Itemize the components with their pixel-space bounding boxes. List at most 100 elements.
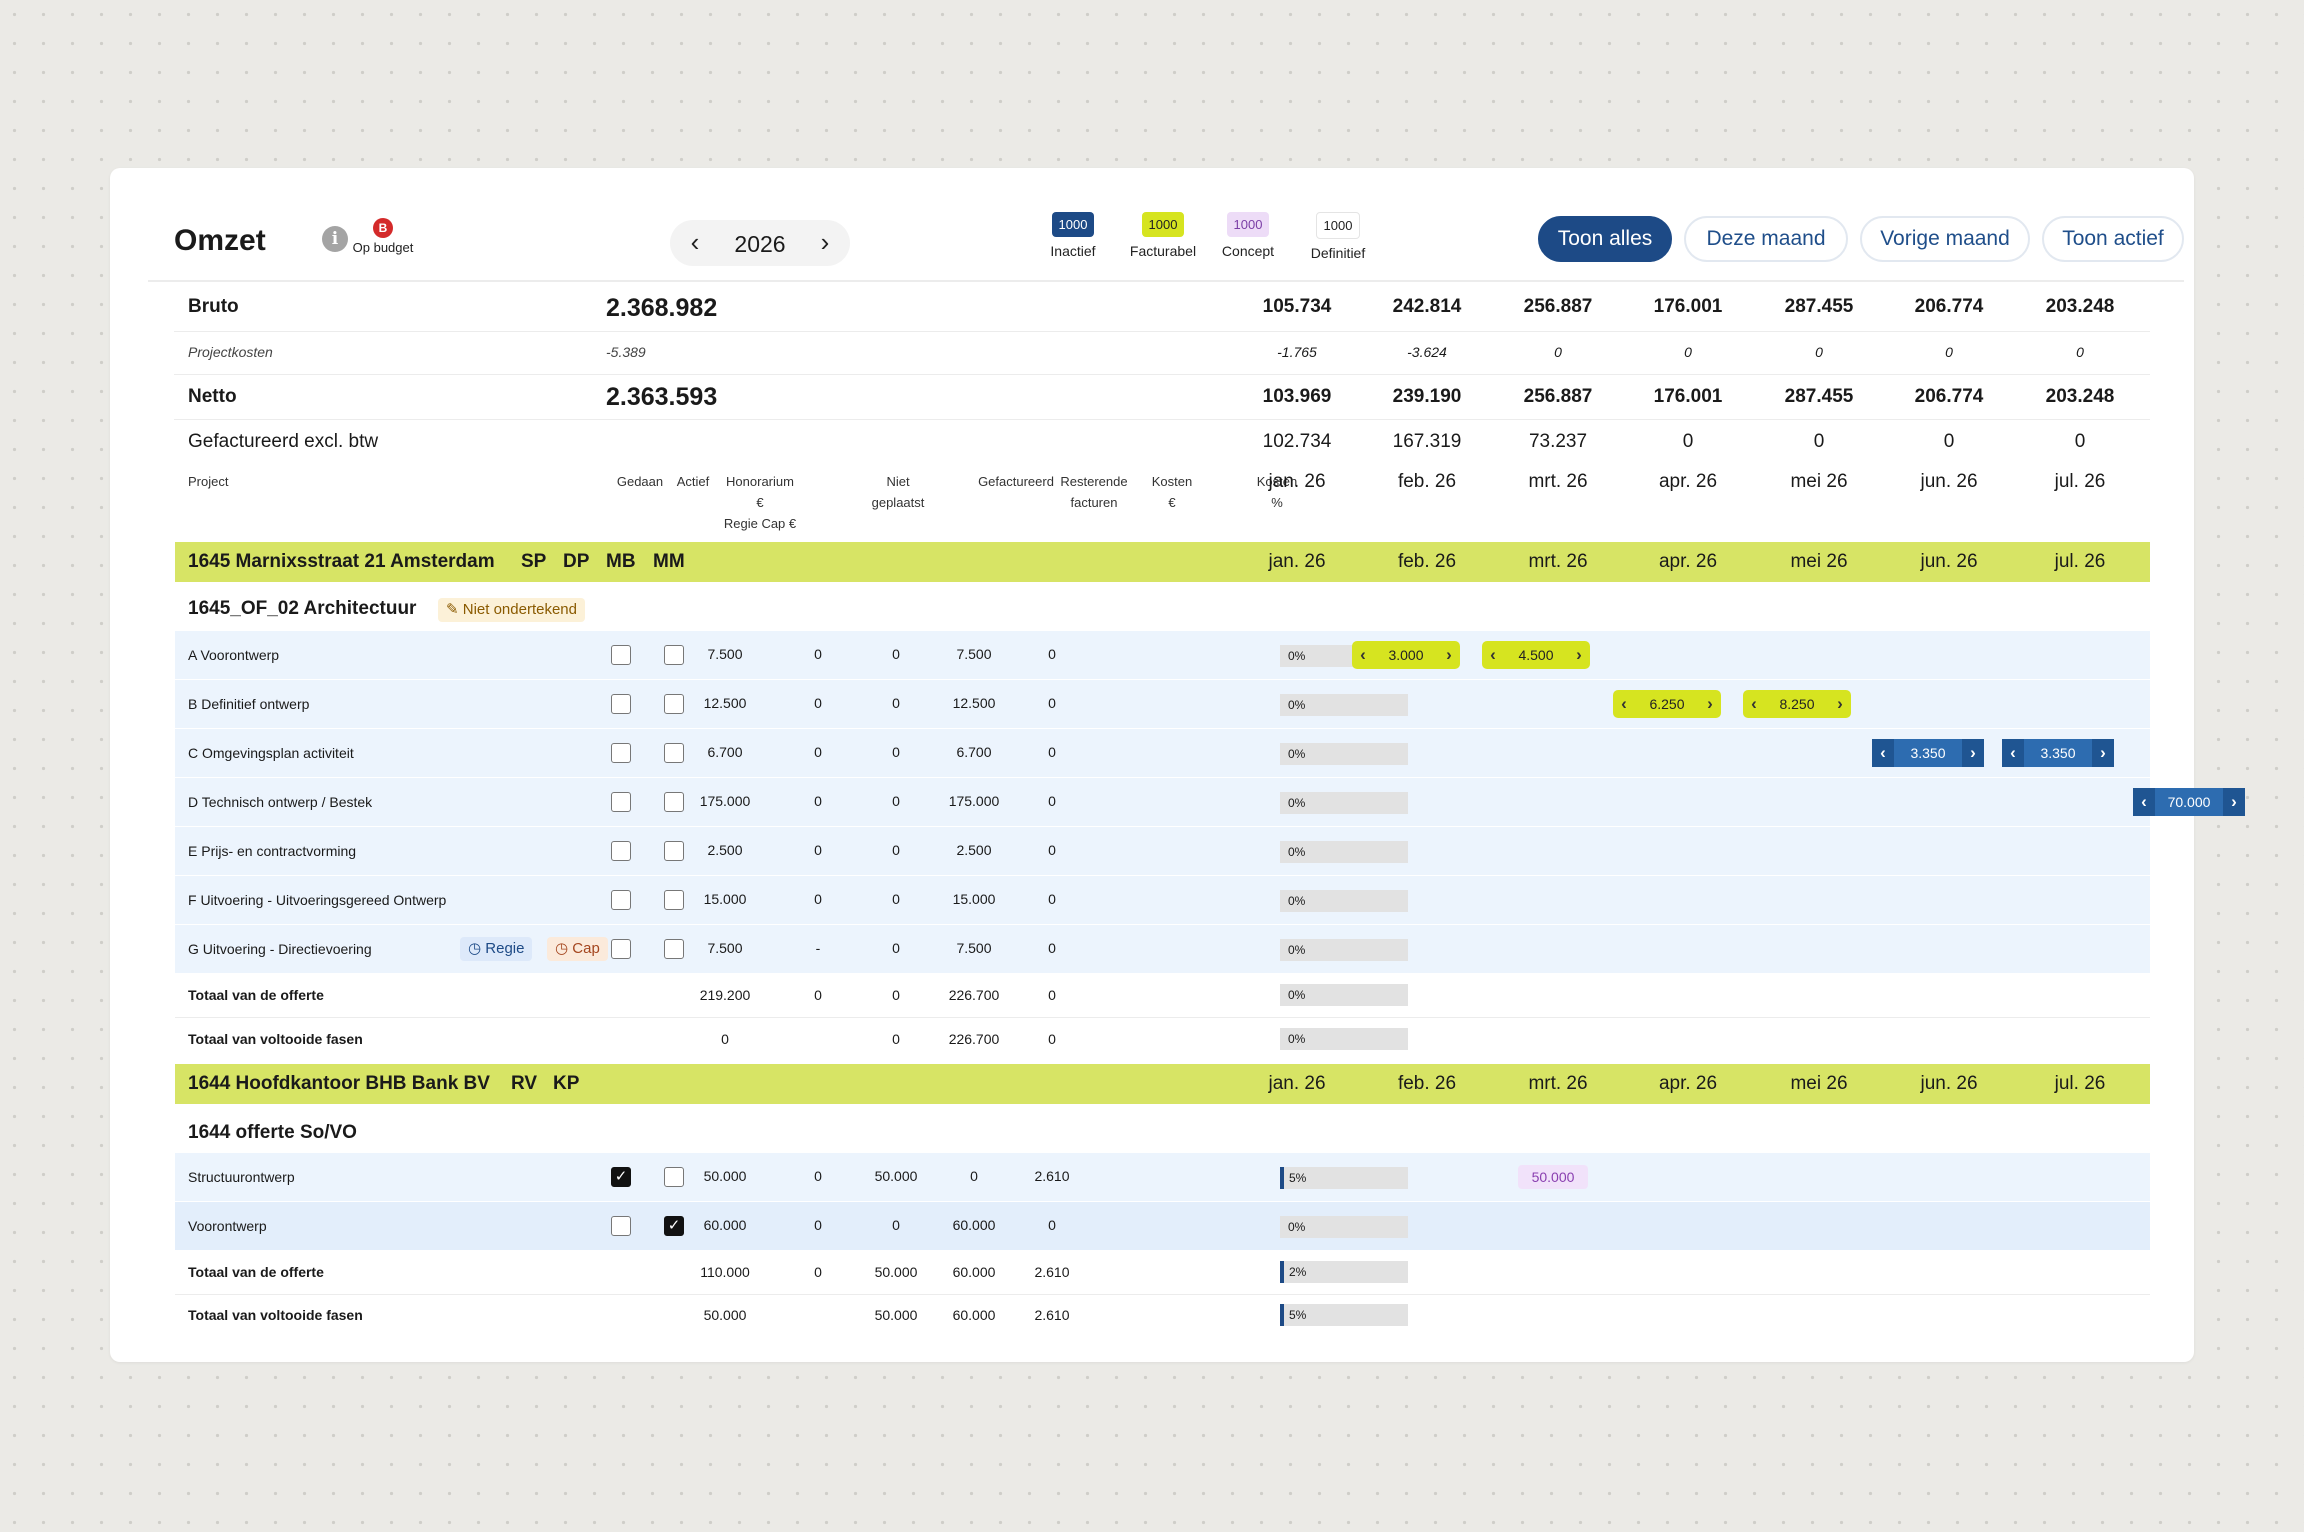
concept-amount[interactable]: 50.000: [1518, 1165, 1588, 1189]
resterend-total: 226.700: [948, 987, 1000, 1003]
gedaan-checkbox[interactable]: [611, 743, 631, 763]
project-initials: MB: [606, 551, 636, 572]
unsigned-document-icon: ✎: [446, 601, 459, 618]
col-kosten-line: €: [1168, 495, 1176, 510]
planned-amount[interactable]: 3.000: [1374, 647, 1438, 663]
gefactureerd-value: 0: [892, 940, 900, 956]
planned-amount-control: ‹ 6.250 ›: [1613, 690, 1721, 718]
year-navigator: ‹ 2026 ›: [670, 220, 850, 266]
gefactureerd-label: Gefactureerd excl. btw: [188, 431, 379, 452]
legend-chip: 1000: [1226, 212, 1270, 237]
kosten-value: 0: [1048, 891, 1056, 907]
actief-checkbox[interactable]: [664, 645, 684, 665]
phase-row: A Voorontwerp 7.500 0 0 7.500 0 0% ‹ 3.0…: [175, 631, 2150, 680]
budget-label: Op budget: [352, 240, 414, 255]
bruto-month-value: 176.001: [1653, 296, 1723, 317]
planned-amount-control: ‹ 70.000 ›: [2133, 788, 2245, 816]
gedaan-checkbox[interactable]: [611, 645, 631, 665]
resterend-total: 226.700: [948, 1031, 1000, 1047]
shift-right-button[interactable]: ›: [2092, 739, 2114, 767]
bruto-month-value: 206.774: [1914, 296, 1984, 317]
legend-inactief: 1000 Inactief: [1033, 212, 1113, 259]
next-year-button[interactable]: ›: [810, 228, 840, 258]
gedaan-checkbox[interactable]: ✓: [611, 1167, 631, 1187]
shift-left-button[interactable]: ‹: [1872, 739, 1894, 767]
honorarium-value: 7.500: [707, 646, 743, 662]
resterend-total: 60.000: [952, 1307, 996, 1323]
actief-checkbox[interactable]: [664, 743, 684, 763]
shift-right-button[interactable]: ›: [1438, 641, 1460, 669]
shift-left-button[interactable]: ‹: [2133, 788, 2155, 816]
planned-amount[interactable]: 6.250: [1635, 696, 1699, 712]
phase-row: D Technisch ontwerp / Bestek 175.000 0 0…: [175, 778, 2245, 827]
band-month: mrt. 26: [1528, 1073, 1588, 1094]
shift-left-button[interactable]: ‹: [1743, 690, 1765, 718]
shift-left-button[interactable]: ‹: [1613, 690, 1635, 718]
actief-checkbox[interactable]: [664, 939, 684, 959]
resterend-value: 0: [970, 1168, 978, 1184]
netto-label: Netto: [188, 386, 237, 407]
projectkosten-month-value: 0: [1554, 344, 1562, 360]
gedaan-checkbox[interactable]: [611, 939, 631, 959]
resterend-value: 15.000: [952, 891, 996, 907]
legend-concept: 1000 Concept: [1208, 212, 1288, 259]
shift-left-button[interactable]: ‹: [2002, 739, 2024, 767]
band-month: apr. 26: [1658, 1073, 1718, 1094]
niet-geplaatst-value: -: [815, 940, 821, 956]
total-label: Totaal van voltooide fasen: [188, 1031, 363, 1047]
filter-show-active-button[interactable]: Toon actief: [2042, 216, 2184, 262]
planned-amount[interactable]: 70.000: [2155, 794, 2223, 810]
band-month: jul. 26: [2054, 551, 2106, 572]
kosten-percentage-bar: 0%: [1280, 841, 1408, 863]
offer-name: 1645_OF_02 Architectuur: [188, 598, 417, 619]
niet-geplaatst-value: 0: [814, 695, 822, 711]
actief-checkbox[interactable]: [664, 841, 684, 861]
budget-status[interactable]: B Op budget: [338, 218, 428, 255]
toolbar: Omzet i B Op budget ‹ 2026 › 1000 Inacti…: [148, 168, 2184, 282]
actief-checkbox[interactable]: ✓: [664, 1216, 684, 1236]
gedaan-checkbox[interactable]: [611, 841, 631, 861]
shift-left-button[interactable]: ‹: [1352, 641, 1374, 669]
bruto-month-value: 242.814: [1392, 296, 1462, 317]
shift-right-button[interactable]: ›: [2223, 788, 2245, 816]
planned-amount[interactable]: 3.350: [2024, 745, 2092, 761]
planned-amount[interactable]: 8.250: [1765, 696, 1829, 712]
shift-left-button[interactable]: ‹: [1482, 641, 1504, 669]
prev-year-button[interactable]: ‹: [680, 228, 710, 258]
gedaan-checkbox[interactable]: [611, 694, 631, 714]
actief-checkbox[interactable]: [664, 890, 684, 910]
offer-name: 1644 offerte So/VO: [188, 1122, 357, 1143]
phase-row: G Uitvoering - Directievoering ◷ Regie ◷…: [175, 925, 2150, 974]
shift-right-button[interactable]: ›: [1962, 739, 1984, 767]
filter-show-all-button[interactable]: Toon alles: [1538, 216, 1672, 262]
actief-checkbox[interactable]: [664, 694, 684, 714]
phase-name: C Omgevingsplan activiteit: [188, 745, 354, 761]
project-header[interactable]: 1645 Marnixsstraat 21 Amsterdam SP DP MB…: [175, 542, 2150, 582]
actief-checkbox[interactable]: [664, 792, 684, 812]
project-header[interactable]: 1644 Hoofdkantoor BHB Bank BV RV KP jan.…: [175, 1064, 2150, 1104]
kosten-value: 0: [1048, 1217, 1056, 1233]
shift-right-button[interactable]: ›: [1829, 690, 1851, 718]
bruto-month-value: 105.734: [1262, 296, 1332, 317]
filter-previous-month-button[interactable]: Vorige maand: [1860, 216, 2030, 262]
filter-this-month-button[interactable]: Deze maand: [1684, 216, 1848, 262]
gedaan-checkbox[interactable]: [611, 792, 631, 812]
band-month: mei 26: [1790, 551, 1848, 572]
kosten-total: 2.610: [1034, 1264, 1070, 1280]
netto-month-value: 176.001: [1653, 386, 1723, 407]
planned-amount[interactable]: 4.500: [1504, 647, 1568, 663]
planned-amount[interactable]: 3.350: [1894, 745, 1962, 761]
gedaan-checkbox[interactable]: [611, 890, 631, 910]
gedaan-checkbox[interactable]: [611, 1216, 631, 1236]
actief-checkbox[interactable]: [664, 1167, 684, 1187]
col-resterende-line: Resterende: [1060, 474, 1128, 489]
legend-label: Facturabel: [1129, 243, 1197, 259]
projectkosten-total: -5.389: [606, 344, 646, 360]
shift-right-button[interactable]: ›: [1699, 690, 1721, 718]
phase-name: A Voorontwerp: [188, 647, 280, 663]
planned-amount-control: ‹ 4.500 ›: [1482, 641, 1590, 669]
cap-tag-label: Cap: [572, 940, 600, 957]
budget-badge: B: [373, 218, 393, 238]
kosten-value: 0: [1048, 646, 1056, 662]
shift-right-button[interactable]: ›: [1568, 641, 1590, 669]
